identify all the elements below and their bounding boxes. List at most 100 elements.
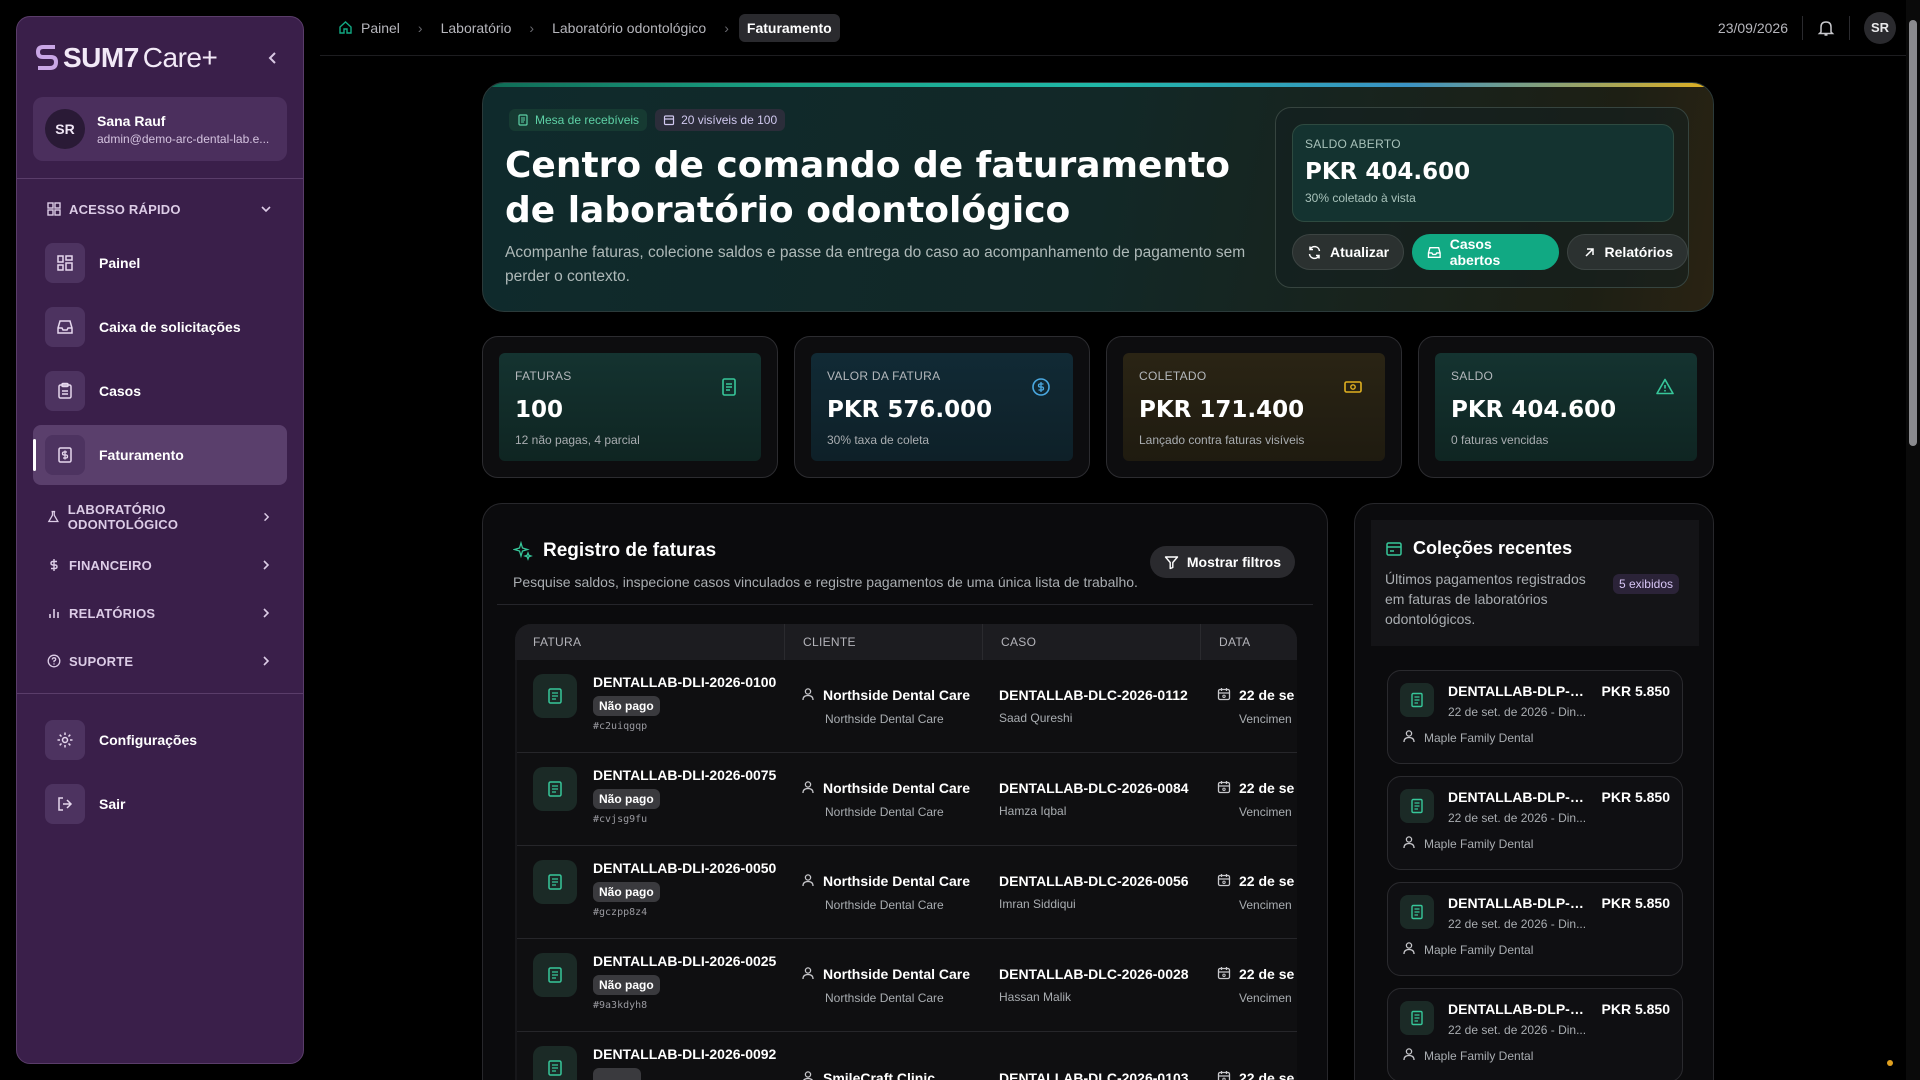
sidebar-item-inbox[interactable]: Caixa de solicitações [33,297,287,357]
invoice-cell: DENTALLAB-DLI-2026-0100 Não pago #c2uiqgqp [517,660,785,752]
calendar-icon [1217,687,1231,704]
due-label: Vencimen [1239,711,1292,726]
column-header-invoice[interactable]: FATURA [515,624,785,660]
user-card[interactable]: SR Sana Rauf admin@demo-arc-dental-lab.e… [33,97,287,161]
inbox-icon [45,307,85,347]
table-row[interactable]: DENTALLAB-DLI-2026-0100 Não pago #c2uiqgqp… [517,660,1297,753]
calendar-icon [1217,873,1231,890]
reports-button[interactable]: Relatórios [1566,234,1688,270]
open-balance-panel: SALDO ABERTO PKR 404.600 30% coletado à … [1275,107,1689,288]
collections-title: Coleções recentes [1385,538,1685,559]
column-header-case[interactable]: CASO [983,624,1201,660]
breadcrumb-item-laboratorio[interactable]: Laboratório [433,14,520,42]
payment-card[interactable]: DENTALLAB-DLP-2... PKR 5.850 22 de set. de… [1387,882,1683,976]
table-row[interactable]: DENTALLAB-DLI-2026-0050 Não pago #gczpp8z4… [517,846,1297,939]
breadcrumb-label: Laboratório odontológico [552,19,707,36]
sidebar-section-laboratorio[interactable]: LABORATÓRIO ODONTOLÓGICO [17,493,303,541]
receipt-icon [1386,541,1402,556]
warning-icon [1656,378,1674,395]
case-number[interactable]: DENTALLAB-DLC-2026-0103 [999,1070,1201,1080]
user-icon [801,1070,815,1080]
breadcrumb-label: Faturamento [746,19,832,36]
refresh-button[interactable]: Atualizar [1292,234,1405,270]
sidebar-item-sair[interactable]: Sair [33,774,287,834]
payment-card[interactable]: DENTALLAB-DLP-2... PKR 5.850 22 de set. de… [1387,776,1683,870]
table-header: FATURA CLIENTE CASO DATA [515,624,1297,660]
client-cell: Northside Dental Care Northside Dental Ca… [785,846,983,938]
payment-doc-icon [1400,1001,1434,1035]
user-email: admin@demo-arc-dental-lab.e... [97,131,270,146]
case-cell: DENTALLAB-DLC-2026-0084 Hamza Iqbal [983,753,1201,845]
stat-card-invoices: FATURAS 100 12 não pagas, 4 parcial [482,336,778,478]
table-row[interactable]: DENTALLAB-DLI-2026-0092 SmileCraft Clinic… [517,1032,1297,1080]
calendar-icon [663,115,675,126]
breadcrumb-label: Laboratório [440,19,512,36]
column-header-client[interactable]: CLIENTE [785,624,983,660]
collapse-sidebar-button[interactable] [261,46,285,70]
hero-actions: Atualizar Casos abertos Relatórios [1292,234,1688,270]
sidebar-item-configuracoes[interactable]: Configurações [33,710,287,770]
payment-date: 22 de set. de 2026 - Din... [1448,917,1587,931]
payment-amount: PKR 5.850 [1601,895,1670,911]
invoice-number[interactable]: DENTALLAB-DLI-2026-0100 [593,674,776,690]
payment-card[interactable]: DENTALLAB-DLP-2... PKR 5.850 22 de set. de… [1387,670,1683,764]
payment-card[interactable]: DENTALLAB-DLP-2... PKR 5.850 22 de set. de… [1387,988,1683,1080]
invoice-hash: #cvjsg9fu [593,814,648,825]
payment-number: DENTALLAB-DLP-2... [1448,1001,1588,1017]
case-number[interactable]: DENTALLAB-DLC-2026-0112 [999,687,1201,703]
collections-subtitle: Últimos pagamentos registrados em fatura… [1385,571,1586,627]
sidebar-item-faturamento[interactable]: Faturamento [33,425,287,485]
invoice-number[interactable]: DENTALLAB-DLI-2026-0025 [593,953,776,969]
scrollbar-thumb[interactable] [1909,20,1917,446]
brand-name: SUM7 [63,42,139,73]
client-sub: Northside Dental Care [825,804,944,819]
sidebar-item-painel[interactable]: Painel [33,233,287,293]
case-cell: DENTALLAB-DLC-2026-0112 Saad Qureshi [983,660,1201,752]
invoice-number[interactable]: DENTALLAB-DLI-2026-0050 [593,860,776,876]
client-name: Northside Dental Care [823,687,971,703]
open-balance-sub: 30% coletado à vista [1305,191,1416,205]
show-filters-button[interactable]: Mostrar filtros [1149,546,1295,578]
case-number[interactable]: DENTALLAB-DLC-2026-0084 [999,780,1201,796]
divider [1802,15,1803,40]
case-number[interactable]: DENTALLAB-DLC-2026-0028 [999,966,1201,982]
case-cell: DENTALLAB-DLC-2026-0056 Imran Siddiqui [983,846,1201,938]
table-row[interactable]: DENTALLAB-DLI-2026-0075 Não pago #cvjsg9fu… [517,753,1297,846]
invoice-number[interactable]: DENTALLAB-DLI-2026-0092 [593,1046,776,1062]
sidebar-section-suporte[interactable]: SUPORTE [17,637,303,685]
sidebar-section-relatorios[interactable]: RELATÓRIOS [17,589,303,637]
patient-name: Imran Siddiqui [999,897,1076,911]
quick-access-toggle[interactable]: ACESSO RÁPIDO [17,185,303,233]
sidebar-item-casos[interactable]: Casos [33,361,287,421]
breadcrumb-item-laboratorio-odontologico[interactable]: Laboratório odontológico [544,14,714,42]
payment-client: Maple Family Dental [1424,1048,1534,1063]
table-row[interactable]: DENTALLAB-DLI-2026-0025 Não pago #9a3kdyh8… [517,939,1297,1032]
brand-logo[interactable]: SUM7 Care+ [35,42,218,74]
open-cases-button[interactable]: Casos abertos [1412,234,1559,270]
scrollbar[interactable] [1906,0,1920,1080]
chevron-right-icon: › [529,19,535,36]
sidebar-section-financeiro[interactable]: FINANCEIRO [17,541,303,589]
invoice-number[interactable]: DENTALLAB-DLI-2026-0075 [593,767,776,783]
page-title: Centro de comando de faturamento de labo… [505,145,1231,231]
date-cell: 22 de se [1201,1032,1297,1080]
user-avatar-button[interactable]: SR [1864,11,1896,44]
payment-number: DENTALLAB-DLP-2... [1448,789,1588,805]
breadcrumb-item-painel[interactable]: Painel [330,14,408,42]
filter-icon [1164,555,1179,569]
due-label: Vencimen [1239,804,1292,819]
chevron-left-icon [268,52,276,64]
logout-icon [45,784,85,824]
column-header-date[interactable]: DATA [1201,624,1297,660]
status-badge: Não pago [593,882,660,902]
client-sub: Northside Dental Care [825,897,944,912]
case-number[interactable]: DENTALLAB-DLC-2026-0056 [999,873,1201,889]
help-circle-icon [47,654,61,668]
divider [17,693,303,694]
user-name: Sana Rauf [97,112,166,129]
bell-icon[interactable] [1817,19,1835,37]
inbox-icon [1427,246,1441,258]
section-label: LABORATÓRIO ODONTOLÓGICO [67,502,179,532]
topbar-actions: 23/09/2026 SR [1718,11,1896,44]
section-label: RELATÓRIOS [69,605,156,621]
